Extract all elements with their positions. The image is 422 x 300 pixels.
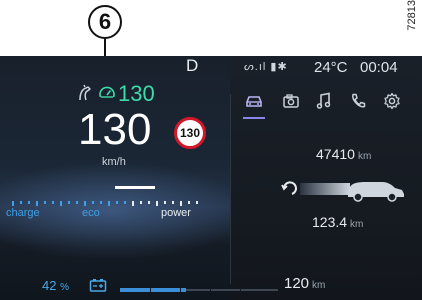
battery-icon [89, 279, 107, 292]
set-speed-value: 130 [118, 81, 155, 106]
power-gauge-tick [28, 201, 30, 204]
power-gauge-needle [115, 186, 155, 189]
power-gauge-tick [132, 201, 134, 206]
range-bar-fill [120, 288, 186, 292]
power-gauge-tick [68, 201, 70, 204]
power-gauge-tick [76, 201, 78, 204]
range-bar-seg [180, 287, 181, 293]
range-bar-seg [210, 287, 211, 293]
battery-range: 120 km [284, 275, 325, 292]
speed-limit-value: 130 [179, 126, 201, 140]
battery-percent: 42 % [42, 278, 69, 293]
tab-vehicle[interactable] [243, 90, 265, 112]
callout-number: 6 [98, 9, 112, 34]
phone-icon [352, 93, 366, 108]
car-icon [246, 96, 262, 107]
odometer: 47410 km [316, 146, 371, 162]
power-gauge-tick [172, 201, 174, 204]
battery-percent-unit: % [60, 282, 69, 293]
power-gauge-tick [156, 201, 158, 206]
power-label-eco: eco [82, 207, 100, 219]
range-value: 120 [284, 275, 310, 292]
energy-flow-bar [300, 183, 350, 195]
trip-unit: km [350, 219, 364, 230]
power-gauge-tick [148, 201, 150, 204]
power-gauge-tick [20, 201, 22, 204]
speed-limit-sign: 130 [174, 117, 206, 149]
music-note-icon [316, 92, 331, 109]
power-label-power: power [161, 207, 191, 219]
power-gauge-tick [52, 201, 54, 204]
figure-reference: 72813 [406, 0, 418, 31]
power-gauge-scale [12, 201, 198, 206]
power-gauge-tick [196, 201, 198, 204]
gear-icon [384, 92, 400, 110]
power-gauge-tick [164, 201, 166, 204]
trip-value: 123.4 [312, 214, 348, 230]
speed-unit: km/h [102, 156, 126, 168]
active-tab-underline [243, 117, 265, 119]
panel-divider [230, 94, 231, 284]
car-wheel [353, 192, 363, 202]
gear-indicator: D [186, 56, 199, 75]
tab-media[interactable] [313, 90, 335, 112]
power-gauge-tick [100, 201, 102, 204]
driver-assist-icon [79, 84, 91, 101]
tab-camera[interactable] [280, 90, 302, 112]
trip-distance: 123.4 km [312, 214, 363, 230]
car-energy-graphic [281, 181, 404, 202]
power-gauge-tick [124, 201, 126, 204]
power-gauge-tick [12, 201, 14, 206]
power-gauge-tick [92, 201, 94, 204]
status-icons: ᔕ.ıl ▮✱ [244, 61, 288, 73]
power-gauge-tick [116, 201, 118, 204]
callout-marker: 6 [88, 5, 122, 39]
power-gauge-tick [180, 201, 182, 206]
clock: 00:04 [360, 59, 398, 76]
dashboard-screen: D ᔕ.ıl ▮✱ 24°C 00:04 130 130 km/h 130 ch… [0, 56, 422, 300]
range-bar-seg [240, 287, 241, 293]
power-gauge-tick [84, 201, 86, 206]
car-wheel [387, 192, 397, 202]
odometer-value: 47410 [316, 146, 355, 162]
odometer-unit: km [357, 151, 372, 162]
tab-phone[interactable] [347, 90, 369, 112]
power-label-charge: charge [6, 207, 40, 219]
speed-limiter-icon [99, 86, 115, 98]
power-gauge-tick [108, 201, 110, 206]
range-bar-seg [150, 287, 151, 293]
power-gauge-tick [140, 201, 142, 204]
power-gauge-tick [44, 201, 46, 204]
power-gauge-tick [60, 201, 62, 206]
power-gauge-tick [36, 201, 38, 206]
camera-icon [283, 94, 299, 108]
tab-settings[interactable] [381, 90, 403, 112]
outside-temperature: 24°C [314, 59, 348, 76]
range-unit: km [312, 280, 326, 291]
current-speed: 130 [78, 105, 152, 154]
power-gauge-tick [188, 201, 190, 204]
battery-percent-value: 42 [42, 278, 57, 293]
